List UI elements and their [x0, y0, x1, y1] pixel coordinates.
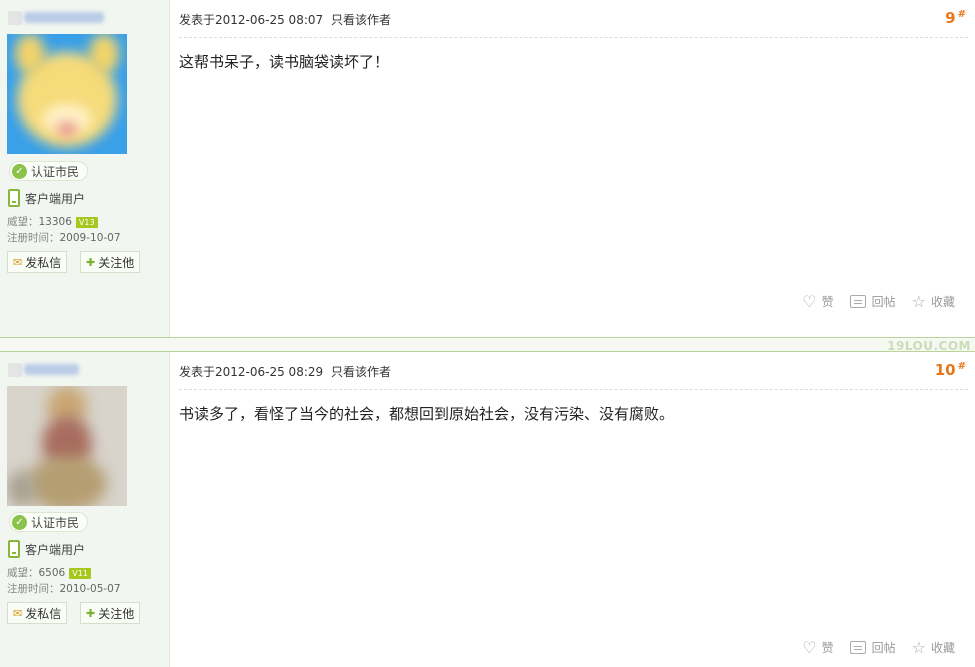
post-text: 书读多了，看怪了当今的社会，都想回到原始社会，没有污染、没有腐败。 [179, 405, 675, 423]
check-icon: ✓ [12, 163, 27, 179]
certified-label: 认证市民 [31, 515, 80, 530]
collect-button[interactable]: ☆ 收藏 [912, 292, 955, 311]
envelope-icon: ✉ [13, 255, 23, 269]
user-mark-icon [8, 363, 22, 377]
divider [179, 389, 968, 390]
post-content: 发表于2012-06-25 08:29 只看该作者 10 # 书读多了，看怪了当今… [170, 352, 975, 667]
collect-label: 收藏 [930, 295, 955, 309]
comment-icon [849, 641, 866, 654]
post-time: 发表于2012-06-25 08:29 [179, 365, 324, 379]
prestige-value: 13306 [38, 216, 72, 228]
certified-label: 认证市民 [31, 164, 80, 179]
client-user: 客户端用户 [8, 189, 85, 207]
follow-label: 关注他 [98, 255, 135, 270]
register-label: 注册时间： [7, 583, 60, 595]
site-watermark: 19LOU.COM [887, 339, 971, 353]
post-separator: 19LOU.COM [0, 337, 975, 353]
phone-icon [8, 189, 20, 207]
user-mark-icon [8, 11, 22, 25]
username-blurred[interactable] [24, 364, 79, 375]
level-badge: V13 [75, 217, 98, 228]
only-author-link[interactable]: 只看该作者 [331, 365, 391, 379]
only-author-link[interactable]: 只看该作者 [331, 13, 391, 27]
reply-button[interactable]: 回帖 [849, 638, 896, 657]
phone-icon [8, 540, 20, 558]
prestige-value: 6506 [38, 567, 66, 579]
envelope-icon: ✉ [13, 606, 23, 620]
post-meta: 发表于2012-06-25 08:29 只看该作者 [179, 363, 391, 380]
divider [179, 37, 968, 38]
send-message-button[interactable]: ✉ 发私信 [7, 602, 68, 624]
reply-label: 回帖 [871, 295, 896, 309]
collect-button[interactable]: ☆ 收藏 [912, 638, 955, 657]
prestige: 威望：13306 V13 [7, 215, 98, 229]
author-panel: ✓ 认证市民 客户端用户 威望：13306 V13 注册时间：2009-10-07… [0, 0, 170, 337]
username-blurred[interactable] [24, 12, 104, 23]
star-icon: ☆ [911, 292, 926, 311]
certified-badge: ✓ 认证市民 [9, 161, 89, 181]
star-icon: ☆ [911, 638, 926, 657]
client-label: 客户端用户 [25, 542, 86, 557]
register-time: 注册时间：2009-10-07 [7, 231, 121, 245]
send-message-label: 发私信 [25, 606, 62, 621]
follow-button[interactable]: ✚ 关注他 [80, 251, 141, 273]
plus-icon: ✚ [86, 606, 96, 620]
post-content: 发表于2012-06-25 08:07 只看该作者 9 # 这帮书呆子，读书脑袋读… [170, 0, 975, 337]
follow-button[interactable]: ✚ 关注他 [80, 602, 141, 624]
send-message-button[interactable]: ✉ 发私信 [7, 251, 68, 273]
plus-icon: ✚ [86, 255, 96, 269]
like-button[interactable]: ♡ 赞 [802, 292, 833, 311]
like-button[interactable]: ♡ 赞 [802, 638, 833, 657]
send-message-label: 发私信 [25, 255, 62, 270]
reply-button[interactable]: 回帖 [849, 292, 896, 311]
like-label: 赞 [821, 295, 834, 309]
like-label: 赞 [821, 641, 834, 655]
prestige-label: 威望： [7, 567, 39, 579]
author-panel: ✓ 认证市民 客户端用户 威望：6506 V11 注册时间：2010-05-07 … [0, 352, 170, 667]
post-meta: 发表于2012-06-25 08:07 只看该作者 [179, 11, 391, 28]
comment-icon [849, 295, 866, 308]
register-label: 注册时间： [7, 232, 60, 244]
post-text: 这帮书呆子，读书脑袋读坏了！ [179, 53, 390, 71]
floor-number[interactable]: 9 # [945, 9, 966, 27]
reply-label: 回帖 [871, 641, 896, 655]
client-user: 客户端用户 [8, 540, 85, 558]
floor-number[interactable]: 10 # [935, 361, 966, 379]
register-time: 注册时间：2010-05-07 [7, 582, 121, 596]
client-label: 客户端用户 [25, 191, 86, 206]
collect-label: 收藏 [930, 641, 955, 655]
certified-badge: ✓ 认证市民 [9, 512, 89, 532]
post-actions: ♡ 赞 回帖 ☆ 收藏 [786, 638, 955, 657]
heart-icon: ♡ [802, 292, 817, 311]
register-date: 2009-10-07 [59, 232, 121, 244]
post: ✓ 认证市民 客户端用户 威望：13306 V13 注册时间：2009-10-07… [0, 0, 975, 337]
avatar[interactable] [7, 386, 127, 506]
post-actions: ♡ 赞 回帖 ☆ 收藏 [786, 292, 955, 311]
thread: ✓ 认证市民 客户端用户 威望：13306 V13 注册时间：2009-10-07… [0, 0, 975, 667]
follow-label: 关注他 [98, 606, 135, 621]
post-time: 发表于2012-06-25 08:07 [179, 13, 324, 27]
floor-mark: # [957, 9, 966, 20]
avatar[interactable] [7, 34, 127, 154]
check-icon: ✓ [12, 514, 27, 530]
post: ✓ 认证市民 客户端用户 威望：6506 V11 注册时间：2010-05-07 … [0, 352, 975, 667]
prestige: 威望：6506 V11 [7, 566, 91, 580]
floor-value: 10 [934, 361, 956, 379]
register-date: 2010-05-07 [59, 583, 121, 595]
prestige-label: 威望： [7, 216, 39, 228]
floor-mark: # [957, 361, 966, 372]
level-badge: V11 [69, 568, 91, 579]
floor-value: 9 [945, 9, 956, 27]
heart-icon: ♡ [802, 638, 817, 657]
